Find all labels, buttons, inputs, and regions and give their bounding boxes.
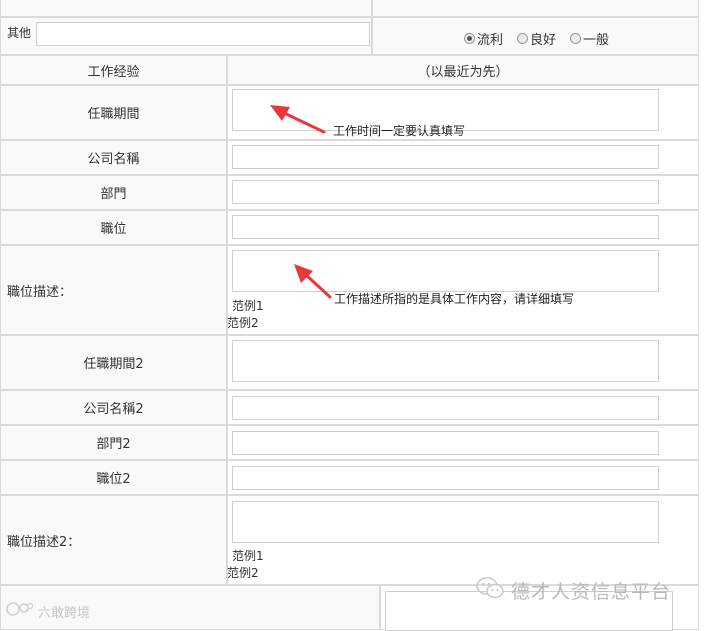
top-row-right bbox=[372, 0, 699, 17]
radio-selected-icon bbox=[464, 33, 475, 44]
dept-input[interactable] bbox=[232, 180, 659, 204]
period2-textarea[interactable] bbox=[232, 340, 659, 382]
radio-label: 一般 bbox=[583, 33, 610, 48]
period2-label: 任職期間2 bbox=[83, 357, 144, 372]
example-2b: 范例2 bbox=[227, 566, 259, 580]
arrow-annotation-2 bbox=[292, 262, 334, 302]
brand-watermark: 德才人资信息平台 bbox=[475, 576, 671, 604]
other-label: 其他 bbox=[7, 26, 32, 40]
position2-input[interactable] bbox=[232, 466, 659, 490]
watermark-logo-icon bbox=[6, 600, 34, 622]
other-input[interactable] bbox=[36, 22, 370, 46]
position-label-cell: 職位 bbox=[0, 210, 227, 245]
arrow-annotation-1 bbox=[268, 100, 328, 140]
desc2-label: 職位描述2： bbox=[7, 534, 81, 550]
left-watermark-text: 六敢跨境 bbox=[38, 605, 91, 621]
position-label: 職位 bbox=[100, 222, 127, 237]
radio-good[interactable]: 良好 bbox=[517, 29, 556, 48]
position2-label: 職位2 bbox=[96, 472, 131, 487]
recent-first-header: （以最近为先） bbox=[227, 55, 699, 85]
company2-label: 公司名稱2 bbox=[83, 402, 144, 417]
dept2-input[interactable] bbox=[232, 431, 659, 455]
company2-input[interactable] bbox=[232, 396, 659, 420]
brand-watermark-text: 德才人资信息平台 bbox=[511, 580, 672, 603]
radio-label: 良好 bbox=[530, 33, 557, 48]
desc2-label-cell: 職位描述2： bbox=[0, 495, 227, 585]
radio-average[interactable]: 一般 bbox=[570, 29, 609, 48]
period2-label-cell: 任職期間2 bbox=[0, 335, 227, 390]
annotation-note-2: 工作描述所指的是具体工作内容，请详细填写 bbox=[334, 292, 575, 306]
company-label: 公司名稱 bbox=[87, 152, 140, 167]
company-label-cell: 公司名稱 bbox=[0, 140, 227, 175]
radio-label: 流利 bbox=[477, 33, 504, 48]
dept2-label-cell: 部門2 bbox=[0, 425, 227, 460]
company2-label-cell: 公司名稱2 bbox=[0, 390, 227, 425]
annotation-note-1: 工作时间一定要认真填写 bbox=[333, 124, 466, 138]
company-input[interactable] bbox=[232, 145, 659, 169]
example-1b: 范例1 bbox=[232, 549, 264, 563]
wechat-icon bbox=[475, 576, 505, 604]
desc2-textarea[interactable] bbox=[232, 501, 659, 543]
fluency-radio-group: 流利 良好 一般 bbox=[464, 29, 609, 48]
position2-label-cell: 職位2 bbox=[0, 460, 227, 495]
example-1: 范例1 bbox=[232, 299, 264, 313]
header-label: 工作经验 bbox=[87, 64, 140, 80]
radio-unselected-icon bbox=[570, 33, 582, 44]
radio-fluent[interactable]: 流利 bbox=[464, 29, 503, 48]
top-row-left bbox=[0, 0, 372, 17]
work-experience-header: 工作经验 bbox=[0, 55, 227, 85]
example-2: 范例2 bbox=[227, 316, 259, 330]
radio-unselected-icon bbox=[517, 33, 529, 44]
dept2-label: 部門2 bbox=[96, 437, 131, 452]
dept-label: 部門 bbox=[100, 187, 127, 202]
period-label-cell: 任職期間 bbox=[0, 85, 227, 140]
desc-label: 職位描述： bbox=[7, 284, 73, 300]
header-note: （以最近为先） bbox=[417, 64, 509, 80]
left-watermark: 六敢跨境 bbox=[6, 600, 90, 622]
desc-label-cell: 職位描述： bbox=[0, 245, 227, 335]
position-input[interactable] bbox=[232, 215, 659, 239]
period-label: 任職期間 bbox=[87, 107, 140, 122]
dept-label-cell: 部門 bbox=[0, 175, 227, 210]
